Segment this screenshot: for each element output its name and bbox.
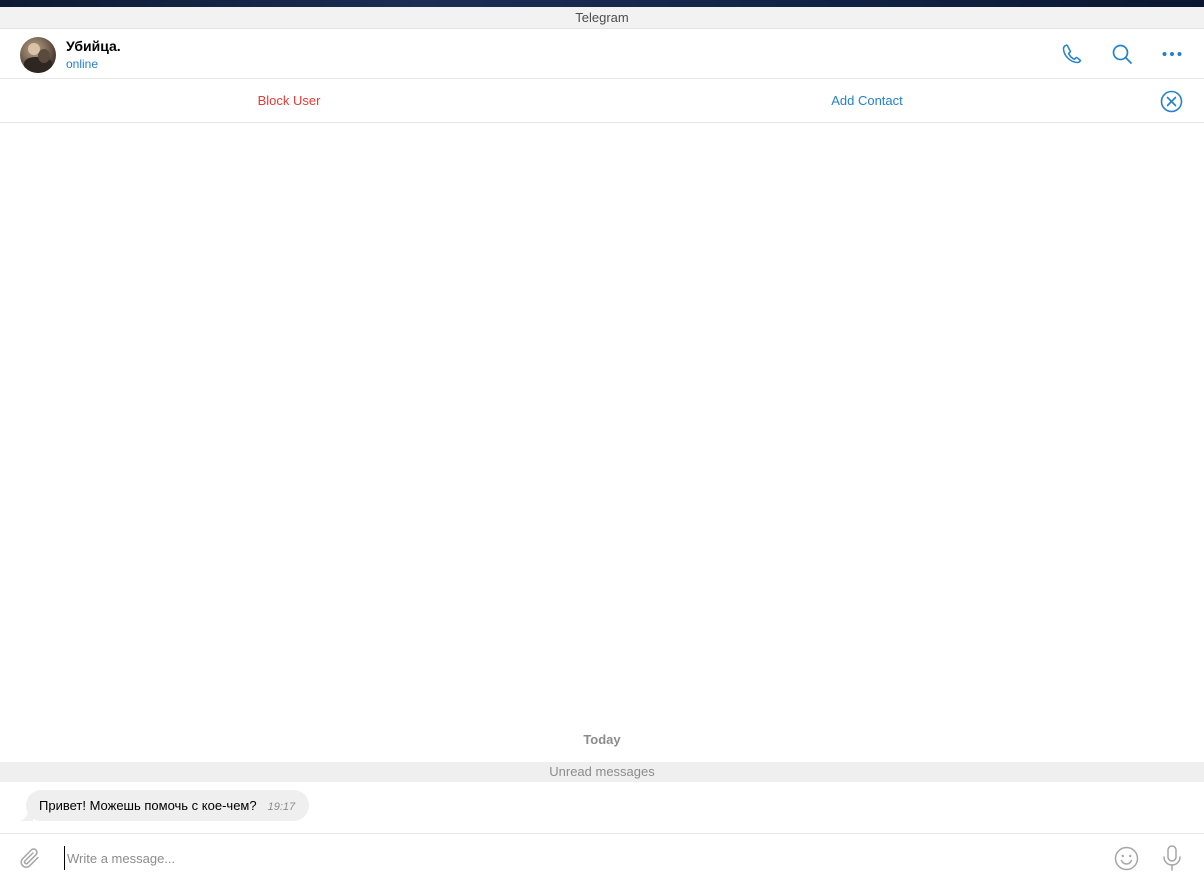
message-text: Привет! Можешь помочь с кое-чем?: [39, 798, 257, 813]
message-time: 19:17: [267, 801, 296, 813]
date-separator: Today: [583, 732, 621, 747]
phone-icon[interactable]: [1060, 42, 1084, 66]
desktop-background-strip: [0, 0, 1204, 7]
chat-header: Убийца. online: [0, 29, 1204, 79]
search-icon[interactable]: [1110, 42, 1134, 66]
avatar[interactable]: [20, 37, 56, 73]
unread-messages-bar: Unread messages: [0, 762, 1204, 782]
add-contact-button[interactable]: Add Contact: [578, 79, 1156, 123]
microphone-icon[interactable]: [1161, 844, 1183, 872]
new-contact-action-bar: Block User Add Contact: [0, 79, 1204, 123]
close-circle-icon[interactable]: [1160, 90, 1183, 113]
message-bubble[interactable]: Привет! Можешь помочь с кое-чем? 19:17: [26, 790, 310, 821]
message-composer: [0, 833, 1204, 882]
window-title: Telegram: [575, 10, 629, 25]
message-history[interactable]: Today Unread messages Привет! Можешь пом…: [0, 123, 1204, 833]
paperclip-icon[interactable]: [18, 846, 42, 870]
contact-name[interactable]: Убийца.: [66, 38, 121, 54]
window-titlebar: Telegram: [0, 7, 1204, 29]
more-icon[interactable]: [1160, 42, 1184, 66]
message-input[interactable]: [64, 846, 1094, 870]
contact-status: online: [66, 57, 99, 71]
unread-label: Unread messages: [549, 764, 655, 779]
block-user-button[interactable]: Block User: [0, 79, 578, 123]
emoji-icon[interactable]: [1114, 846, 1139, 871]
